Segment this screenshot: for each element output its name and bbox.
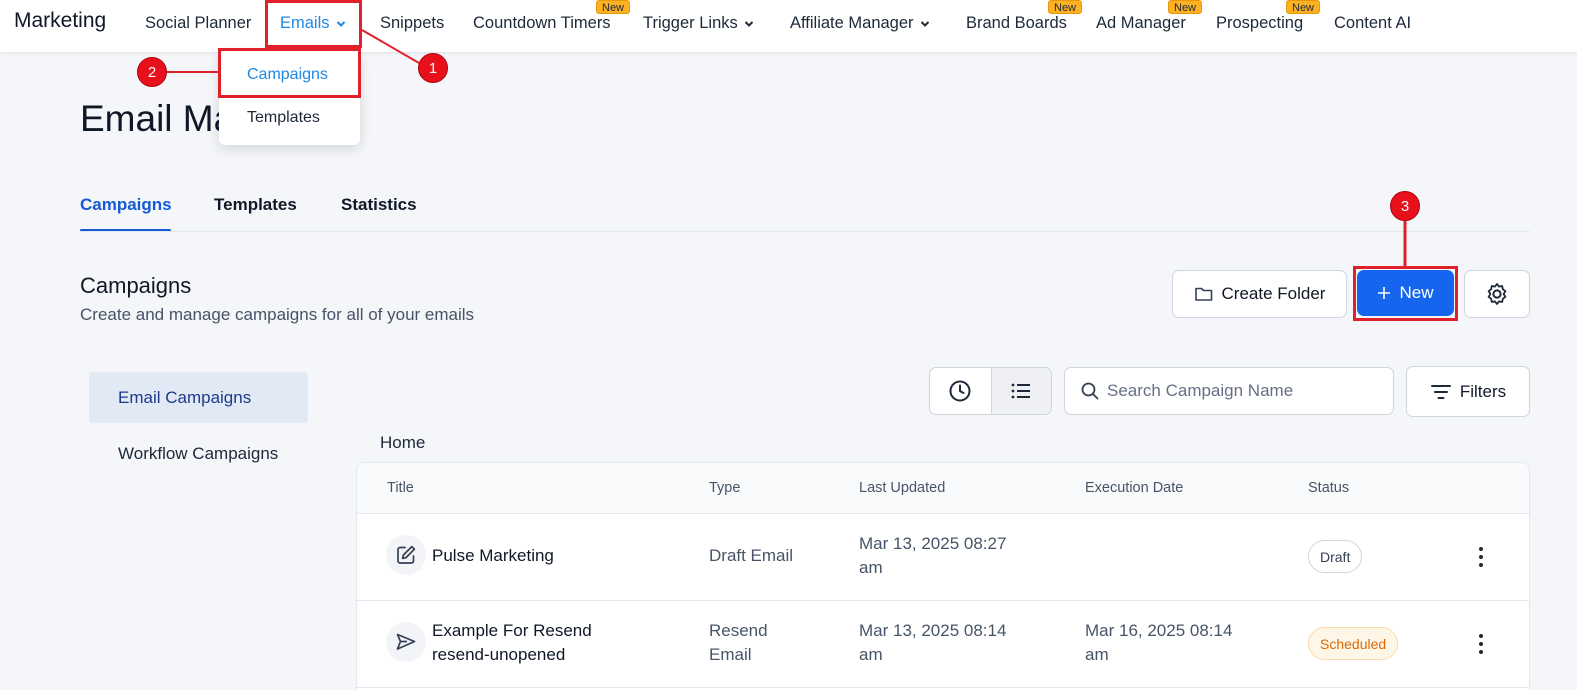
annotation-connectors	[166, 29, 1407, 266]
annotation-marker: 3	[1390, 191, 1420, 221]
annotation-marker: 1	[418, 53, 448, 83]
annotation-marker: 2	[137, 57, 167, 87]
